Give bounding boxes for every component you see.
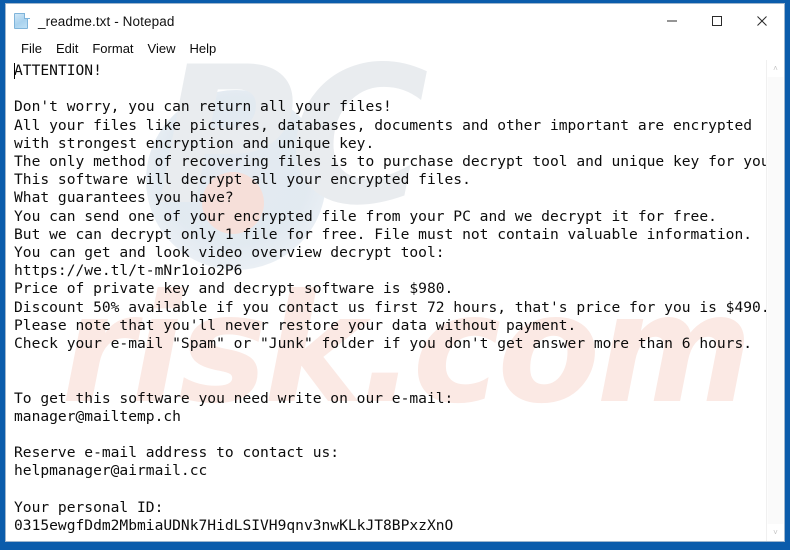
scroll-up-arrow-icon[interactable]: ˄ — [767, 60, 784, 77]
maximize-button[interactable] — [694, 4, 739, 38]
menu-item-edit[interactable]: Edit — [49, 40, 85, 58]
title-bar-left: _readme.txt - Notepad — [6, 4, 174, 38]
minimize-button[interactable] — [649, 4, 694, 38]
menu-item-view[interactable]: View — [141, 40, 183, 58]
minimize-icon — [666, 20, 677, 22]
text-caret — [14, 63, 15, 79]
scrollbar-thumb[interactable] — [768, 77, 783, 524]
scroll-down-arrow-icon[interactable]: ˅ — [767, 524, 784, 541]
window-client-area: _readme.txt - Notepad File Edit Format V… — [5, 3, 785, 542]
close-button[interactable] — [739, 4, 784, 38]
menu-item-help[interactable]: Help — [182, 40, 223, 58]
title-bar[interactable]: _readme.txt - Notepad — [6, 4, 784, 38]
window-controls — [649, 4, 784, 38]
vertical-scrollbar[interactable]: ˄ ˅ — [766, 60, 784, 541]
menu-item-file[interactable]: File — [14, 40, 49, 58]
editor-area: PC risk.com ATTENTION! Don't worry, you … — [6, 59, 784, 541]
notepad-window: _readme.txt - Notepad File Edit Format V… — [0, 0, 790, 550]
close-icon — [756, 16, 767, 26]
menu-bar: File Edit Format View Help — [6, 38, 784, 59]
text-editor[interactable]: PC risk.com ATTENTION! Don't worry, you … — [6, 60, 766, 541]
scrollbar-track[interactable] — [767, 77, 784, 524]
window-title: _readme.txt - Notepad — [38, 13, 175, 29]
ransom-note-text[interactable]: ATTENTION! Don't worry, you can return a… — [6, 60, 766, 535]
menu-item-format[interactable]: Format — [85, 40, 140, 58]
maximize-icon — [711, 16, 722, 26]
notepad-document-icon — [13, 12, 31, 30]
